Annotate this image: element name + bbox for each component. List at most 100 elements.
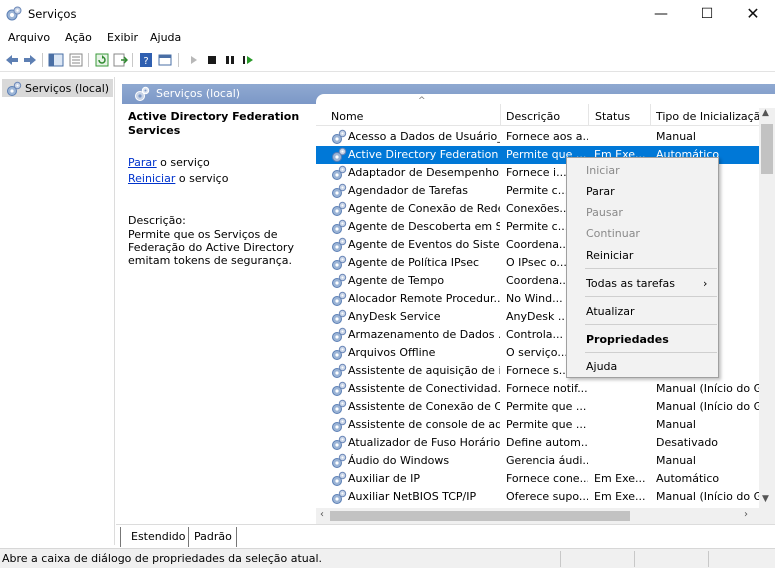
stop-service-line: Parar o serviço bbox=[128, 156, 210, 169]
column-divider[interactable] bbox=[588, 104, 589, 126]
menu-item-pause[interactable]: Pausar bbox=[586, 206, 623, 219]
column-divider[interactable] bbox=[500, 104, 501, 126]
cell-startup-type: Manual (Início do G bbox=[656, 400, 760, 413]
horizontal-scrollbar[interactable]: ‹ › bbox=[316, 508, 759, 524]
sort-ascending-icon: ^ bbox=[418, 96, 426, 106]
menu-item-properties[interactable]: Propriedades bbox=[586, 333, 669, 346]
maximize-button[interactable]: ☐ bbox=[684, 0, 730, 28]
cell-name: Atualizador de Fuso Horário... bbox=[348, 436, 500, 449]
window-title: Serviços bbox=[28, 7, 77, 21]
back-arrow-icon[interactable] bbox=[4, 52, 20, 68]
restart-service-line: Reiniciar o serviço bbox=[128, 172, 228, 185]
tree-item-label: Serviços (local) bbox=[25, 82, 110, 95]
export-list-icon[interactable] bbox=[112, 52, 128, 68]
menu-acao[interactable]: Ação bbox=[65, 31, 92, 44]
service-gear-icon bbox=[332, 345, 347, 360]
svg-text:?: ? bbox=[143, 56, 148, 67]
scroll-corner bbox=[759, 508, 775, 524]
column-header-status[interactable]: Status bbox=[595, 110, 630, 123]
scroll-up-arrow-icon[interactable]: ▲ bbox=[762, 108, 769, 118]
cell-startup-type: Manual bbox=[656, 418, 696, 431]
column-header-description[interactable]: Descrição bbox=[506, 110, 560, 123]
table-row[interactable]: Acesso a Dados de Usuário_... Fornece ao… bbox=[316, 128, 759, 146]
service-gear-icon bbox=[332, 399, 347, 414]
help-icon[interactable]: ? bbox=[138, 52, 154, 68]
pause-service-icon[interactable] bbox=[222, 52, 238, 68]
table-row[interactable]: Áudio do Windows Gerencia áudi... Manual bbox=[316, 452, 759, 470]
stop-service-icon[interactable] bbox=[204, 52, 220, 68]
cell-description: Define autom... bbox=[506, 436, 588, 449]
menu-arquivo[interactable]: Arquivo bbox=[8, 31, 50, 44]
menu-separator bbox=[585, 296, 717, 297]
forward-arrow-icon[interactable] bbox=[22, 52, 38, 68]
cell-name: Agente de Política IPsec bbox=[348, 256, 480, 269]
service-gear-icon bbox=[332, 363, 347, 378]
menu-item-help[interactable]: Ajuda bbox=[586, 360, 617, 373]
cell-status: Em Exe... bbox=[594, 472, 646, 485]
column-header-startup-type[interactable]: Tipo de Inicialização bbox=[656, 110, 760, 123]
cell-name: Adaptador de Desempenho... bbox=[348, 166, 500, 179]
cell-name: Assistente de Conexão de C... bbox=[348, 400, 500, 413]
console-tree-icon[interactable] bbox=[48, 52, 64, 68]
tab-extended[interactable]: Estendido bbox=[131, 530, 185, 543]
vertical-scroll-thumb[interactable] bbox=[761, 124, 773, 174]
cell-name: Alocador Remote Procedur... bbox=[348, 292, 500, 305]
cell-startup-type: Desativado bbox=[656, 436, 719, 449]
horizontal-scroll-thumb[interactable] bbox=[330, 511, 630, 521]
menu-exibir[interactable]: Exibir bbox=[107, 31, 138, 44]
stop-service-suffix: o serviço bbox=[156, 156, 210, 169]
service-gear-icon bbox=[332, 219, 347, 234]
vertical-scrollbar[interactable]: ▲ ▼ bbox=[759, 108, 775, 508]
start-service-icon[interactable] bbox=[186, 52, 202, 68]
tab-edge bbox=[120, 527, 121, 547]
cell-name: Auxiliar NetBIOS TCP/IP bbox=[348, 490, 477, 503]
cell-name: Agente de Conexão de Rede bbox=[348, 202, 500, 215]
stop-service-link[interactable]: Parar bbox=[128, 156, 157, 169]
gear-icon bbox=[7, 81, 22, 96]
scroll-down-arrow-icon[interactable]: ▼ bbox=[762, 494, 769, 504]
close-button[interactable]: ✕ bbox=[730, 0, 775, 28]
menu-item-stop[interactable]: Parar bbox=[586, 185, 615, 198]
minimize-button[interactable]: — bbox=[638, 0, 684, 28]
table-row[interactable]: Assistente de console de ad... Permite q… bbox=[316, 416, 759, 434]
menu-item-refresh[interactable]: Atualizar bbox=[586, 305, 635, 318]
cell-name: Agente de Eventos do Siste... bbox=[348, 238, 500, 251]
tab-standard[interactable]: Padrão bbox=[194, 530, 232, 543]
column-header-name[interactable]: Nome bbox=[331, 110, 363, 123]
table-row[interactable]: Auxiliar NetBIOS TCP/IP Oferece supo... … bbox=[316, 488, 760, 506]
cell-name: Assistente de aquisição de i... bbox=[348, 364, 500, 377]
cell-name: Acesso a Dados de Usuário_... bbox=[348, 130, 500, 143]
scroll-right-arrow-icon[interactable]: › bbox=[744, 509, 748, 520]
refresh-icon[interactable] bbox=[94, 52, 110, 68]
service-gear-icon bbox=[332, 255, 347, 270]
list-view-icon[interactable] bbox=[68, 52, 84, 68]
menu-separator bbox=[585, 324, 717, 325]
menu-item-all-tasks[interactable]: Todas as tarefas bbox=[586, 277, 675, 290]
menu-item-restart[interactable]: Reiniciar bbox=[586, 249, 633, 262]
menu-item-start[interactable]: Iniciar bbox=[586, 164, 620, 177]
restart-service-icon[interactable] bbox=[240, 52, 256, 68]
menu-item-resume[interactable]: Continuar bbox=[586, 227, 640, 240]
table-row[interactable]: Auxiliar de IP Fornece cone... Em Exe...… bbox=[316, 470, 759, 488]
scroll-left-arrow-icon[interactable]: ‹ bbox=[320, 509, 324, 520]
table-row[interactable]: Atualizador de Fuso Horário... Define au… bbox=[316, 434, 759, 452]
restart-service-link[interactable]: Reiniciar bbox=[128, 172, 175, 185]
console-tree: Serviços (local) bbox=[0, 77, 115, 545]
list-header: ^ Nome Descrição Status Tipo de Iniciali… bbox=[316, 94, 775, 126]
table-row[interactable]: Assistente de Conectividad... Fornece no… bbox=[316, 380, 760, 398]
service-gear-icon bbox=[332, 453, 347, 468]
cell-name: Agente de Tempo bbox=[348, 274, 445, 287]
toolbar-separator bbox=[132, 53, 133, 67]
restart-service-suffix: o serviço bbox=[175, 172, 229, 185]
submenu-arrow-icon: › bbox=[703, 277, 708, 290]
cell-name: Agendador de Tarefas bbox=[348, 184, 468, 197]
cell-name: AnyDesk Service bbox=[348, 310, 441, 323]
properties-icon[interactable] bbox=[157, 52, 173, 68]
column-divider[interactable] bbox=[650, 104, 651, 126]
cell-name: Áudio do Windows bbox=[348, 454, 450, 467]
cell-name: Assistente de Conectividad... bbox=[348, 382, 500, 395]
tree-item-services-local[interactable]: Serviços (local) bbox=[2, 79, 113, 97]
menu-ajuda[interactable]: Ajuda bbox=[150, 31, 181, 44]
table-row[interactable]: Assistente de Conexão de C... Permite qu… bbox=[316, 398, 760, 416]
cell-description: Permite que ... bbox=[506, 418, 587, 431]
